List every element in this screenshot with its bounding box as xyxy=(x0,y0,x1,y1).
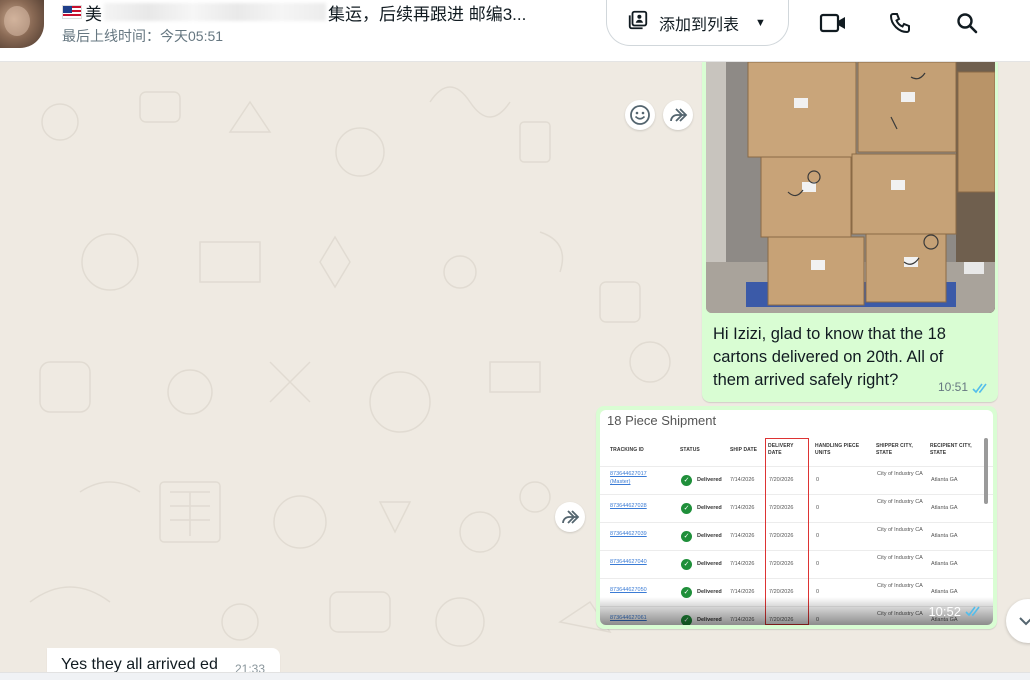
column-header: STATUS xyxy=(680,447,700,453)
tracking-id-sub: (Master) xyxy=(610,479,631,485)
contact-avatar[interactable] xyxy=(0,0,44,48)
read-ticks-icon xyxy=(965,606,980,617)
tracking-id-link[interactable]: 873644627017 xyxy=(610,471,647,478)
column-header: SHIP DATE xyxy=(730,447,758,453)
handling-units: 0 xyxy=(816,533,820,539)
shipper-city: City of Industry CA xyxy=(877,471,923,477)
message-text: Hi Izizi, glad to know that the 18 carto… xyxy=(713,325,946,389)
table-scrollbar xyxy=(984,438,988,504)
voice-call-icon[interactable] xyxy=(886,9,914,37)
status-text: Delivered xyxy=(697,589,722,595)
message-time: 10:51 xyxy=(937,380,968,394)
us-flag-icon xyxy=(62,5,82,19)
recipient-city: Atlanta GA xyxy=(931,477,958,483)
message-text: Yes they all arrived ed xyxy=(61,656,218,672)
ship-date: 7/14/2026 xyxy=(730,561,755,567)
redacted-name-segment xyxy=(104,3,326,21)
search-icon[interactable] xyxy=(953,9,981,37)
last-seen-status: 最后上线时间：今天05:51 xyxy=(62,28,224,44)
shipment-title: 18 Piece Shipment xyxy=(607,413,717,428)
chat-panel[interactable]: Hi Izizi, glad to know that the 18 carto… xyxy=(0,62,1030,672)
status-text: Delivered xyxy=(697,561,722,567)
ship-date: 7/14/2026 xyxy=(730,589,755,595)
recipient-city: Atlanta GA xyxy=(931,533,958,539)
recipient-city: Atlanta GA xyxy=(931,589,958,595)
incoming-message[interactable]: Yes they all arrived ed 21:33 xyxy=(47,648,280,672)
outgoing-photo-message[interactable]: Hi Izizi, glad to know that the 18 carto… xyxy=(702,62,998,402)
handling-units: 0 xyxy=(816,505,820,511)
video-call-icon[interactable] xyxy=(819,9,847,37)
message-time: 21:33 xyxy=(235,662,266,672)
scroll-down-icon xyxy=(1019,617,1030,626)
column-header: TRACKING ID xyxy=(610,447,644,453)
forward-icon[interactable] xyxy=(555,502,585,532)
ship-date: 7/14/2026 xyxy=(730,505,755,511)
handling-units: 0 xyxy=(816,561,820,567)
outgoing-screenshot-message[interactable]: 18 Piece Shipment TRACKING ID STATUS SHI… xyxy=(596,406,997,629)
ship-date: 7/14/2026 xyxy=(730,477,755,483)
tracking-id-link[interactable]: 873644627050 xyxy=(610,587,647,594)
shipper-city: City of Industry CA xyxy=(877,583,923,589)
contact-name-start: 美 xyxy=(85,4,102,24)
handling-units: 0 xyxy=(816,589,820,595)
add-to-list-button[interactable]: 添加到列表 ▼ xyxy=(606,0,789,46)
recipient-city: Atlanta GA xyxy=(931,505,958,511)
chat-header: 美 集运，后续再跟进 邮编3... 最后上线时间：今天05:51 添加到列表 ▼ xyxy=(0,0,1030,62)
contact-name[interactable]: 美 集运，后续再跟进 邮编3... xyxy=(62,1,527,24)
delivered-check-icon: ✓ xyxy=(681,559,692,570)
cartons-photo[interactable] xyxy=(706,62,995,313)
column-header: SHIPPER CITY, STATE xyxy=(876,443,913,456)
status-text: Delivered xyxy=(697,505,722,511)
message-time: 10:52 xyxy=(928,604,961,619)
contact-name-end: 集运，后续再跟进 邮编3... xyxy=(328,4,527,24)
chevron-down-icon: ▼ xyxy=(755,16,766,29)
column-header: RECIPIENT CITY, STATE xyxy=(930,443,972,456)
message-composer[interactable] xyxy=(0,672,1030,680)
ship-date: 7/14/2026 xyxy=(730,533,755,539)
status-text: Delivered xyxy=(697,477,722,483)
add-to-list-icon xyxy=(627,9,649,36)
handling-units: 0 xyxy=(816,477,820,483)
status-text: Delivered xyxy=(697,533,722,539)
shipment-table-screenshot[interactable]: 18 Piece Shipment TRACKING ID STATUS SHI… xyxy=(600,410,993,625)
emoji-icon[interactable] xyxy=(625,100,655,130)
column-header: HANDLING PIECE UNITS xyxy=(815,443,860,456)
delivered-check-icon: ✓ xyxy=(681,503,692,514)
tracking-id-link[interactable]: 873644627039 xyxy=(610,531,647,538)
tracking-id-link[interactable]: 873644627040 xyxy=(610,559,647,566)
shipper-city: City of Industry CA xyxy=(877,555,923,561)
delivered-check-icon: ✓ xyxy=(681,531,692,542)
recipient-city: Atlanta GA xyxy=(931,561,958,567)
add-to-list-label: 添加到列表 xyxy=(659,16,740,34)
shipper-city: City of Industry CA xyxy=(877,527,923,533)
tracking-id-link[interactable]: 873644627028 xyxy=(610,503,647,510)
shipper-city: City of Industry CA xyxy=(877,499,923,505)
delivered-check-icon: ✓ xyxy=(681,475,692,486)
read-ticks-icon xyxy=(972,383,987,394)
forward-icon[interactable] xyxy=(663,100,693,130)
